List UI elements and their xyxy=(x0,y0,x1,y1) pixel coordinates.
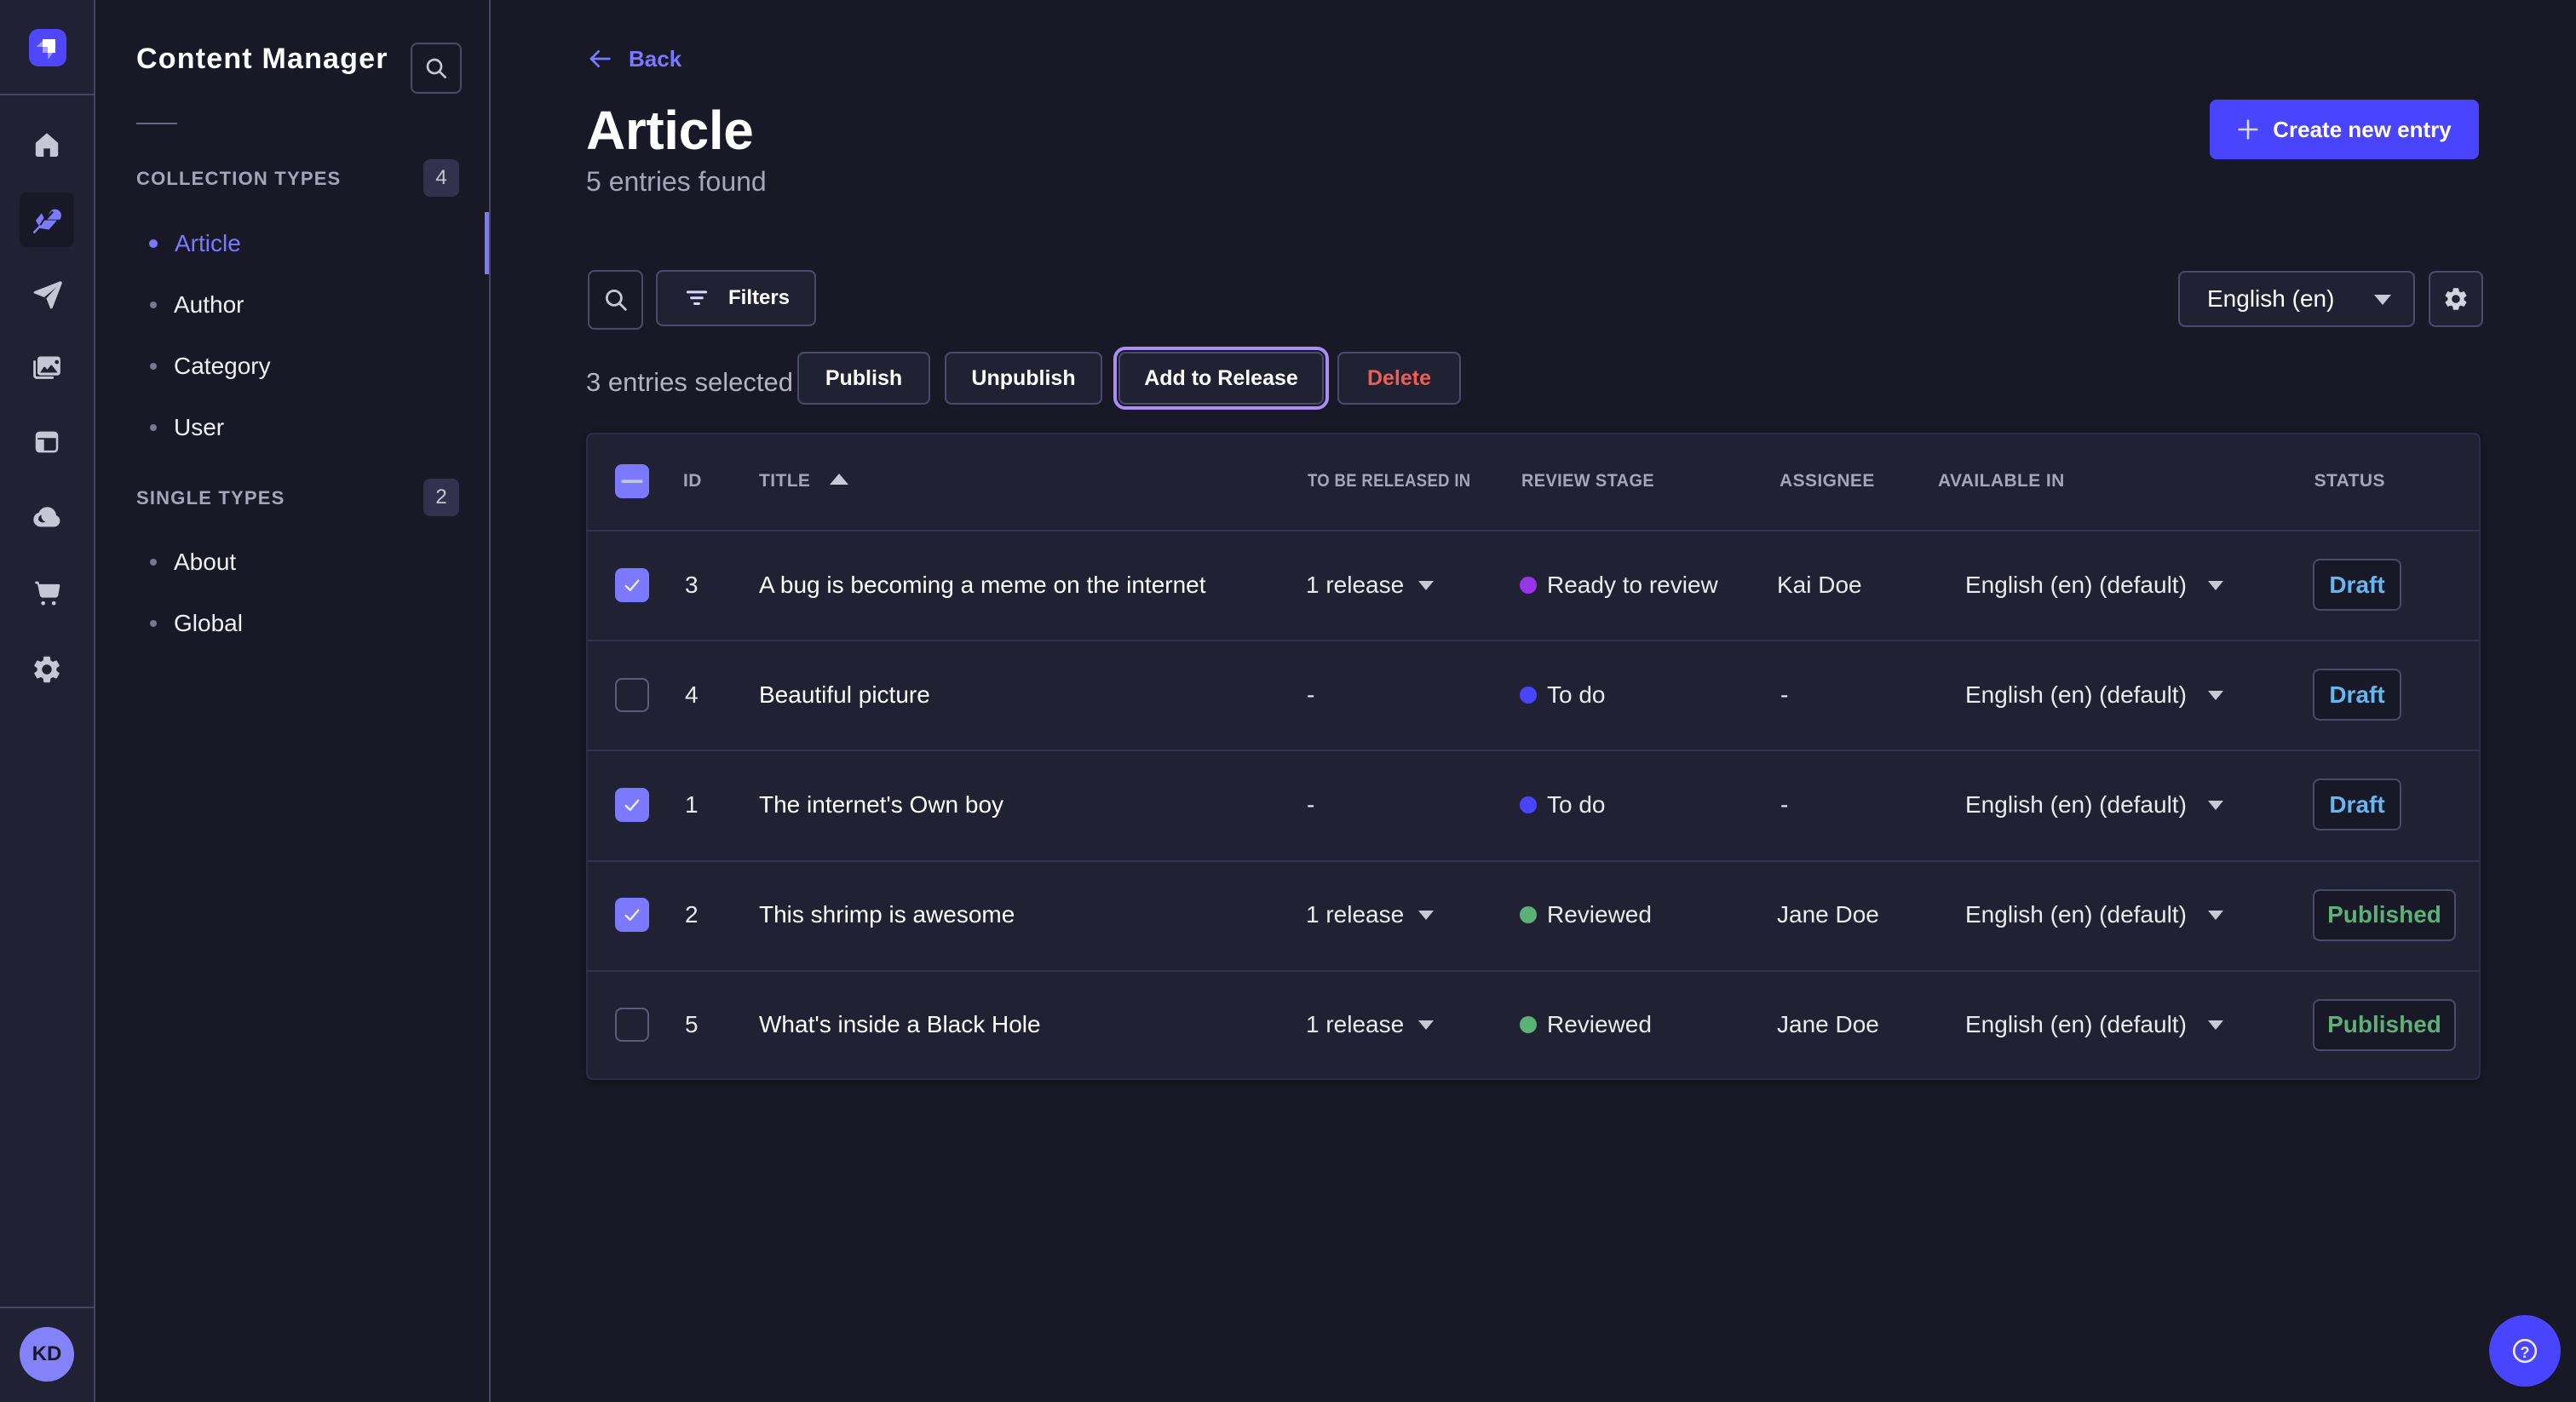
svg-text:?: ? xyxy=(2521,1344,2530,1361)
